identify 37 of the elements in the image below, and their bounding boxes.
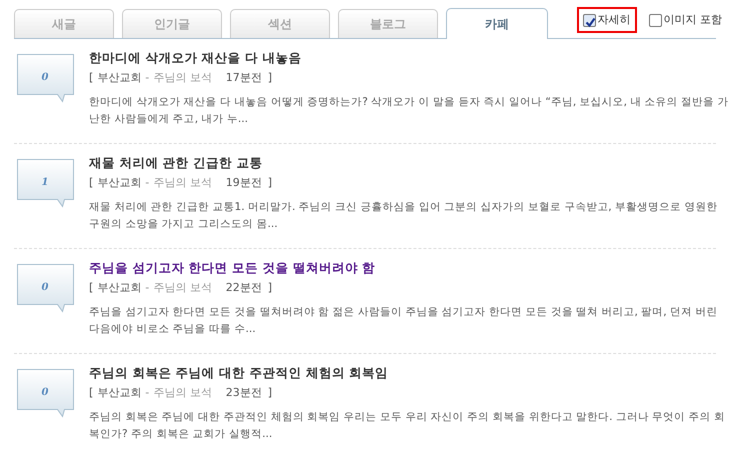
tab[interactable]: 카페 [446, 8, 548, 39]
option-label[interactable]: 자세히 [598, 12, 630, 28]
cafe-link[interactable]: 부산교회 [97, 70, 142, 84]
option-label[interactable]: 이미지 포함 [664, 12, 722, 28]
comment-count-bubble: 0 [16, 53, 76, 103]
post-snippet: 주님을 섬기고자 한다면 모든 것을 떨쳐버려야 함 젊은 사람들이 주님을 섬기고자 한다면 모든 것을 떨쳐 버리고, 팔며, 던져 버린 다음에야 비로소 주님을 따를 수... [89, 305, 718, 338]
cafe-link[interactable]: 부산교회 [97, 176, 142, 189]
comment-count-bubble: 0 [16, 368, 76, 418]
separator: - [145, 70, 150, 84]
meta-bracket: [ [89, 280, 94, 294]
meta-bracket: ] [268, 176, 272, 189]
post-time: 23분전 [226, 386, 262, 399]
meta-bracket: [ [89, 386, 94, 399]
post-snippet: 재물 처리에 관한 긴급한 교통1. 머리말가. 주님의 크신 긍휼하심을 입어 그분의 십자가의 보혈로 구속받고, 부활생명으로 영원한 구원의 소망을 가지고 그리스도의 몸... [89, 200, 718, 232]
post-time: 17분전 [226, 70, 262, 84]
post-snippet: 주님의 회복은 주님에 대한 주관적인 체험의 회복임 우리는 모두 우리 자신이 주의 회복을 위한다고 말한다. 그러나 무엇이 주의 회복인가? 주의 회복은 교회가 실행적... [89, 410, 726, 442]
meta-bracket: ] [268, 386, 272, 399]
checkbox[interactable] [582, 14, 596, 26]
cafe-link[interactable]: 부산교회 [97, 386, 142, 399]
cafe-link[interactable]: 부산교회 [97, 280, 142, 294]
separator: - [145, 386, 150, 399]
checkbox[interactable] [648, 14, 662, 26]
comment-count-bubble: 0 [16, 263, 76, 313]
post-title[interactable]: 재물 처리에 관한 긴급한 교통 [89, 154, 729, 173]
post-title[interactable]: 주님을 섬기고자 한다면 모든 것을 떨쳐버려야 함 [89, 259, 729, 278]
post-time: 22분전 [226, 280, 262, 294]
post-title[interactable]: 한마디에 삭개오가 재산을 다 내놓음 [89, 49, 729, 68]
post-time: 19분전 [226, 176, 262, 189]
separator: - [145, 280, 150, 294]
post-snippet: 한마디에 삭개오가 재산을 다 내놓음 어떻게 증명하는가? 삭개오가 이 말을 듣자 즉시 일어나 “주님, 보십시오, 내 소유의 절반을 가난한 사람들에게 주고, 내가 누... [89, 95, 729, 128]
meta-bracket: ] [268, 70, 272, 84]
separator: - [145, 176, 150, 189]
meta-bracket: ] [268, 280, 272, 294]
comment-count-bubble: 1 [16, 158, 76, 208]
meta-bracket: [ [89, 70, 94, 84]
meta-bracket: [ [89, 176, 94, 189]
post-title[interactable]: 주님의 회복은 주님에 대한 주관적인 체험의 회복임 [89, 364, 729, 383]
